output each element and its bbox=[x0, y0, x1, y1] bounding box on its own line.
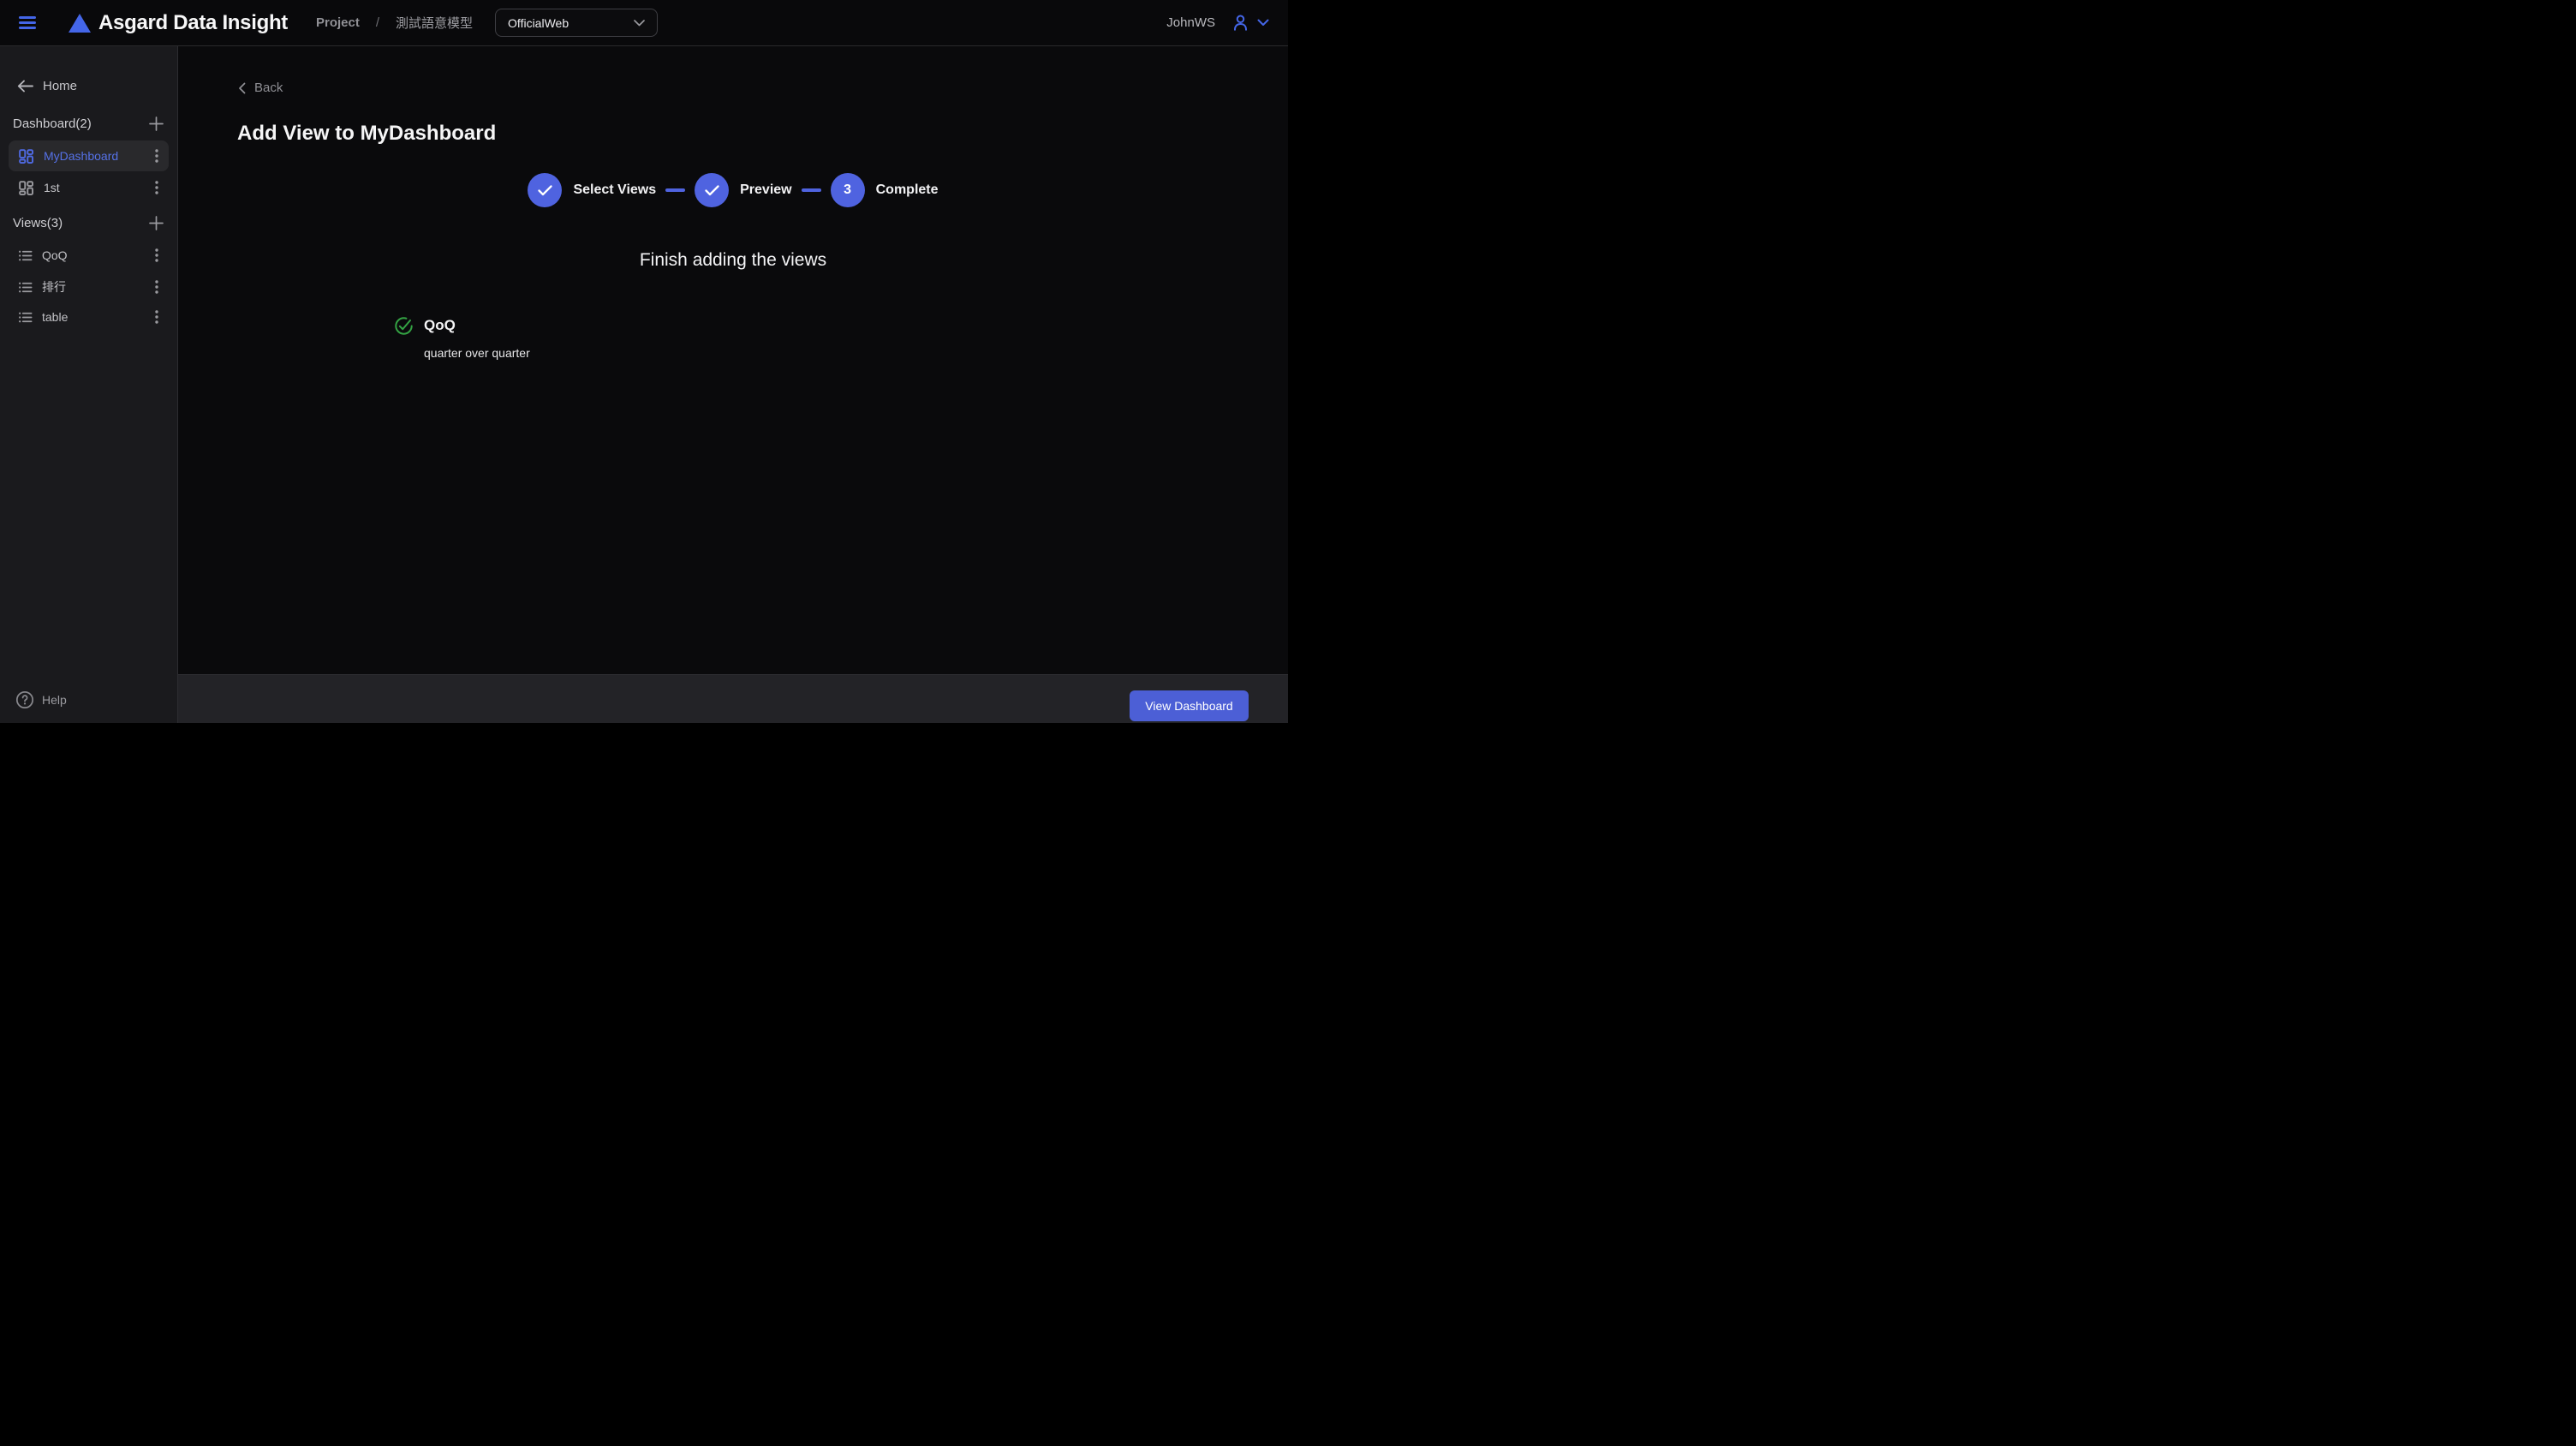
item-menu-kebab-icon[interactable] bbox=[152, 147, 162, 164]
item-menu-kebab-icon[interactable] bbox=[152, 179, 162, 196]
dashboards-section-label: Dashboard(2) bbox=[13, 117, 92, 131]
step-select-views: Select Views bbox=[528, 173, 656, 207]
step-number: 3 bbox=[844, 182, 851, 198]
sidebar-item-label: 排行 bbox=[42, 278, 152, 296]
app-logo-triangle-icon bbox=[69, 14, 91, 33]
step-circle-current: 3 bbox=[831, 173, 865, 207]
item-menu-kebab-icon[interactable] bbox=[152, 247, 162, 264]
step-connector bbox=[665, 188, 685, 192]
sidebar-item-label: 1st bbox=[44, 181, 152, 194]
app-title: Asgard Data Insight bbox=[98, 11, 288, 35]
add-view-button[interactable] bbox=[147, 214, 165, 232]
list-icon bbox=[17, 248, 33, 264]
step-label: Complete bbox=[876, 182, 939, 198]
plus-icon bbox=[149, 216, 164, 230]
home-label: Home bbox=[43, 79, 77, 93]
back-link[interactable]: Back bbox=[238, 81, 283, 95]
breadcrumb-current-page: 測試語意模型 bbox=[396, 14, 473, 32]
dashboards-section-header: Dashboard(2) bbox=[13, 115, 165, 133]
datasource-select[interactable]: OfficialWeb bbox=[495, 9, 658, 37]
sidebar: Home Dashboard(2) MyDashboard bbox=[0, 46, 178, 723]
check-circle-success-icon bbox=[394, 316, 414, 336]
list-icon bbox=[17, 279, 33, 296]
step-preview: Preview bbox=[695, 173, 791, 207]
views-section-header: Views(3) bbox=[13, 214, 165, 232]
breadcrumb-separator: / bbox=[376, 15, 379, 30]
chevron-left-icon bbox=[238, 82, 246, 94]
view-dashboard-button[interactable]: View Dashboard bbox=[1130, 690, 1249, 721]
dashboard-grid-icon bbox=[17, 179, 35, 197]
add-dashboard-button[interactable] bbox=[147, 115, 165, 133]
step-circle-done bbox=[528, 173, 562, 207]
item-menu-kebab-icon[interactable] bbox=[152, 278, 162, 296]
step-label: Preview bbox=[740, 182, 791, 198]
user-avatar-icon[interactable] bbox=[1231, 13, 1250, 33]
item-menu-kebab-icon[interactable] bbox=[152, 308, 162, 326]
chevron-down-icon bbox=[634, 20, 645, 27]
step-connector bbox=[802, 188, 821, 192]
status-heading: Finish adding the views bbox=[178, 250, 1288, 271]
user-menu-chevron-down-icon[interactable] bbox=[1257, 19, 1269, 27]
dashboard-grid-icon bbox=[17, 147, 35, 165]
question-circle-icon bbox=[15, 690, 34, 709]
sidebar-item-label: table bbox=[42, 310, 152, 324]
sidebar-item-label: MyDashboard bbox=[44, 149, 152, 163]
sidebar-item-table[interactable]: table bbox=[9, 303, 169, 331]
check-icon bbox=[538, 185, 552, 196]
footer-action-bar: View Dashboard bbox=[178, 674, 1288, 723]
stepper: Select Views Preview 3 Complete bbox=[178, 173, 1288, 207]
sidebar-item-mydashboard[interactable]: MyDashboard bbox=[9, 140, 169, 171]
step-label: Select Views bbox=[573, 182, 656, 198]
hamburger-menu-icon[interactable] bbox=[19, 16, 36, 29]
page-title: Add View to MyDashboard bbox=[237, 122, 496, 146]
sidebar-home-link[interactable]: Home bbox=[17, 79, 77, 93]
sidebar-item-1st[interactable]: 1st bbox=[9, 172, 169, 203]
check-icon bbox=[705, 185, 719, 196]
help-link[interactable]: Help bbox=[15, 690, 67, 709]
list-icon bbox=[17, 309, 33, 326]
app-window: Asgard Data Insight Project / 測試語意模型 Off… bbox=[0, 0, 1288, 723]
added-view-description: quarter over quarter bbox=[424, 346, 530, 360]
top-header: Asgard Data Insight Project / 測試語意模型 Off… bbox=[0, 0, 1288, 46]
sidebar-item-ranking[interactable]: 排行 bbox=[9, 273, 169, 301]
breadcrumb-project[interactable]: Project bbox=[316, 15, 360, 30]
help-label: Help bbox=[42, 693, 67, 707]
sidebar-item-label: QoQ bbox=[42, 248, 152, 262]
user-name[interactable]: JohnWS bbox=[1166, 15, 1215, 30]
step-complete: 3 Complete bbox=[831, 173, 939, 207]
sidebar-item-qoq[interactable]: QoQ bbox=[9, 242, 169, 269]
views-section-label: Views(3) bbox=[13, 216, 63, 230]
datasource-select-value: OfficialWeb bbox=[508, 16, 634, 30]
added-view-row: QoQ quarter over quarter bbox=[394, 316, 530, 360]
added-view-name: QoQ bbox=[424, 317, 530, 334]
plus-icon bbox=[149, 117, 164, 131]
arrow-left-icon bbox=[17, 80, 33, 93]
main-content: Back Add View to MyDashboard Select View… bbox=[178, 46, 1288, 723]
back-label: Back bbox=[254, 81, 283, 95]
step-circle-done bbox=[695, 173, 729, 207]
